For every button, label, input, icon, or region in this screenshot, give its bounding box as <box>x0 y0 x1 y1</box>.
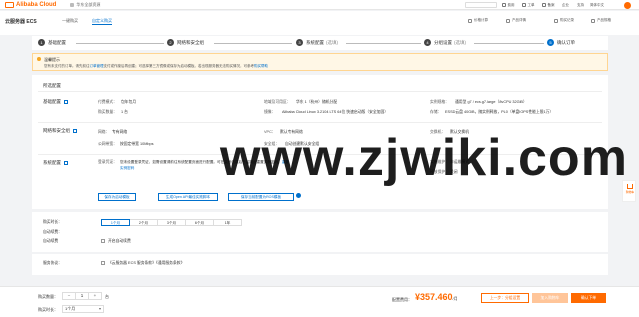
search-input[interactable] <box>465 2 497 8</box>
price-calculator-link[interactable]: 价格计算 <box>474 18 488 23</box>
edit-icon[interactable] <box>73 129 77 133</box>
product-spec-link[interactable]: 产品规格 <box>597 18 611 23</box>
prev-step-button[interactable]: 上一步：分组设置 <box>481 293 529 303</box>
tab-custom-buy[interactable]: 自定义购买 <box>92 17 112 25</box>
network-value: 专有网络 <box>112 130 128 134</box>
nav-enterprise[interactable]: 企业 <box>562 0 569 10</box>
notice-banner: 温馨提示 您有未支付的订单。请先前往订单管理支付或作废后再创建；可选择第三方镜像… <box>32 53 608 71</box>
edit-icon[interactable] <box>64 100 68 104</box>
page-title: 云服务器 ECS <box>5 19 37 25</box>
tab-quick-buy[interactable]: 一键购买 <box>62 17 78 25</box>
calculator-icon <box>468 19 472 23</box>
ticket-icon <box>522 3 526 7</box>
nav-ticket[interactable]: 工单 <box>522 0 535 10</box>
document-icon <box>506 19 510 23</box>
check-icon: 4 <box>424 39 431 46</box>
step-system[interactable]: 3 系统配置 (选填) <box>296 39 338 46</box>
instance-value: 通用型 g7 / ecs.g7.large（8vCPU 32GiB） <box>455 100 527 104</box>
quantity-input[interactable]: 1 <box>75 293 89 299</box>
check-icon: 1 <box>38 39 45 46</box>
spec-icon <box>591 19 595 23</box>
product-details-link[interactable]: 产品详情 <box>512 18 526 23</box>
save-template-button[interactable]: 保存为启动模板 <box>98 193 136 201</box>
logo-icon <box>5 1 14 8</box>
duration-option[interactable]: 2个月 <box>129 219 158 226</box>
purchase-help-link[interactable]: 购买帮助 <box>254 64 268 68</box>
edit-icon[interactable] <box>64 161 68 165</box>
duration-select[interactable]: 1个月 <box>62 305 104 313</box>
quantity-stepper: − 1 + <box>62 292 102 300</box>
region-value: 华东 1（杭州）随机分配 <box>296 100 338 104</box>
avatar[interactable] <box>624 2 631 9</box>
billing-value: 包年包月 <box>121 100 137 104</box>
duration-option[interactable]: 3个月 <box>157 219 186 226</box>
step-divider <box>474 42 544 44</box>
auto-renew-label: 开启自动续费 <box>108 239 131 243</box>
quantity-value: 1 台 <box>121 110 128 114</box>
check-icon: 3 <box>296 39 303 46</box>
bill-icon <box>502 3 506 7</box>
step-divider <box>346 42 421 44</box>
confirm-order-button[interactable]: 确认下单 <box>571 293 606 303</box>
alibaba-cloud-logo[interactable]: Alibaba Cloud <box>5 1 56 8</box>
region-selector[interactable]: 华东全部资源 <box>70 2 100 8</box>
nav-support[interactable]: 支持 <box>577 0 584 10</box>
warning-icon <box>37 57 41 61</box>
generate-api-button[interactable]: 生成Open API最佳实践脚本 <box>158 193 218 201</box>
order-management-link[interactable]: 订单管理 <box>90 64 104 68</box>
step-group[interactable]: 4 分组设置 (选填) <box>424 39 466 46</box>
notice-text: 您有未支付的订单。请先前往订单管理支付或作废后再创建；可选择第三方镜像或保存为启… <box>44 63 268 68</box>
nav-language[interactable]: 简体中文 <box>590 0 604 10</box>
agreement-checkbox[interactable] <box>101 261 105 265</box>
chevron-down-icon <box>99 308 101 310</box>
home-icon <box>70 2 75 7</box>
terms-link[interactable]: 《云服务器 ECS 服务条款》《通用服务条款》 <box>108 261 184 266</box>
step-basic[interactable]: 1 基础配置 <box>38 39 66 46</box>
duration-card <box>32 212 608 252</box>
auto-renew-checkbox[interactable] <box>101 239 105 243</box>
section-system: 系统配置 <box>43 160 68 166</box>
record-icon <box>542 3 546 7</box>
duration-option[interactable]: 1个月 <box>101 219 130 226</box>
save-ros-button[interactable]: 保存当前配置为ROS模板 <box>228 193 294 201</box>
decrease-button[interactable]: − <box>63 293 75 299</box>
history-icon <box>554 19 558 23</box>
add-to-cart-button[interactable]: 加入购物车 <box>532 293 568 303</box>
divider <box>38 122 602 123</box>
duration-option[interactable]: 1年 <box>213 219 242 226</box>
purchase-history-link[interactable]: 购买记录 <box>560 18 574 23</box>
step-divider <box>76 42 164 44</box>
bandwidth-value: 按固定带宽 10Mbps <box>120 142 154 146</box>
step-divider <box>214 42 292 44</box>
nav-fee[interactable]: 费用 <box>502 0 515 10</box>
duration-selector: 1个月 2个月 3个月 6个月 1年 <box>101 219 242 226</box>
step-confirm: 5 确认订单 <box>547 39 575 46</box>
watermark: www.zjwiki.com <box>220 129 628 187</box>
section-network: 网络和安全组 <box>43 128 77 134</box>
check-icon: 2 <box>167 39 174 46</box>
config-heading: 所选配置 <box>43 83 61 88</box>
total-price: ¥357.460/月 <box>415 292 458 302</box>
divider <box>38 91 602 92</box>
storage-value: ESSD云盘 40GiB，随实例释放，PL0（单盘IOPS性能上限1万） <box>445 110 554 114</box>
section-basic: 基础配置 <box>43 99 68 105</box>
increase-button[interactable]: + <box>89 293 101 299</box>
duration-option[interactable]: 6个月 <box>185 219 214 226</box>
nav-record[interactable]: 备案 <box>542 0 555 10</box>
help-icon[interactable] <box>296 193 301 198</box>
step-network[interactable]: 2 网络和安全组 <box>167 39 204 46</box>
image-value: Alibaba Cloud Linux 3.2104 LTS 64位 快速启动版… <box>282 110 389 114</box>
